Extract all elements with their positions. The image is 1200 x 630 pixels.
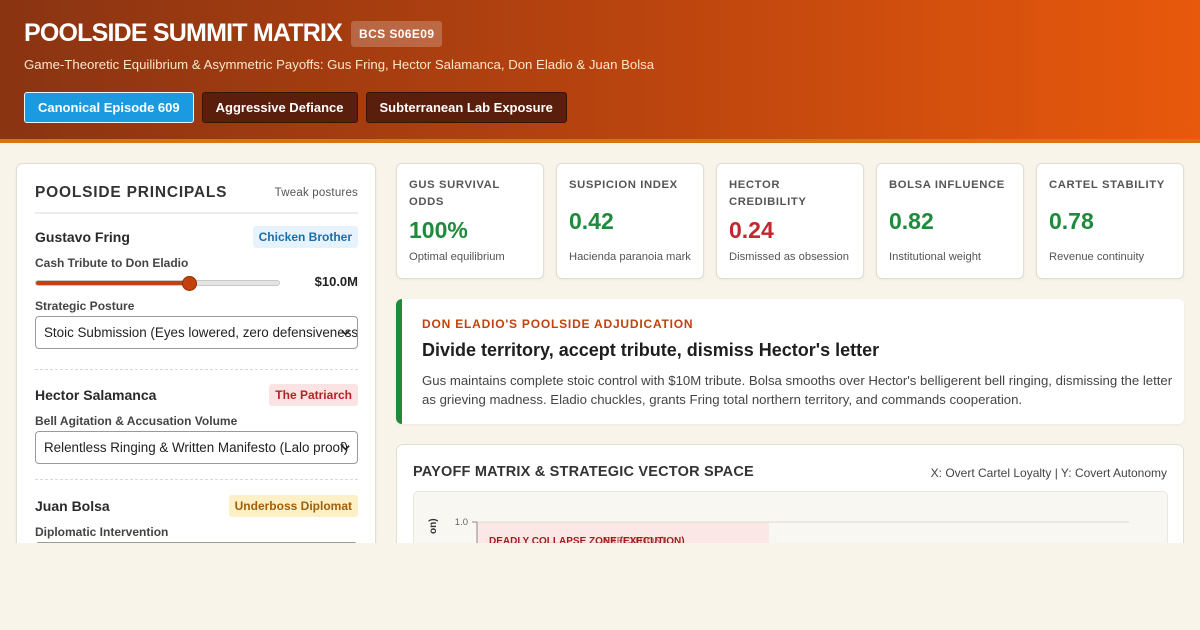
actor-header: Gustavo Fring Chicken Brother [35, 226, 358, 248]
actor-gus: Gustavo Fring Chicken Brother Cash Tribu… [35, 226, 358, 349]
tribute-value: $10.0M [314, 274, 358, 289]
kpi-label: HECTOR CREDIBILITY [729, 179, 807, 208]
matrix-title: PAYOFF MATRIX & STRATEGIC VECTOR SPACE [413, 464, 754, 480]
kpi-label: BOLSA INFLUENCE [889, 179, 1005, 191]
tribute-slider[interactable]: $10.0M [35, 270, 358, 292]
diplomacy-select-label: Diplomatic Intervention [35, 525, 169, 539]
bell-select-value: Relentless Ringing & Written Manifesto (… [44, 440, 349, 455]
matrix-axes-note: X: Overt Cartel Loyalty | Y: Covert Auto… [930, 466, 1167, 480]
slider-track[interactable] [35, 276, 280, 291]
adjudication-card: DON ELADIO'S POOLSIDE ADJUDICATION Divid… [396, 299, 1184, 424]
scenario-aggressive-button[interactable]: Aggressive Defiance [201, 92, 358, 123]
verdict-body: Gus maintains complete stoic control wit… [422, 373, 1173, 407]
kpi-value: 0.42 [569, 208, 614, 234]
posture-select[interactable]: Stoic Submission (Eyes lowered, zero def… [35, 316, 358, 349]
kpi-cartel-stability: CARTEL STABILITY 0.78 Revenue continuity [1036, 163, 1184, 279]
actor-name: Gustavo Fring [35, 229, 130, 245]
section-divider [35, 369, 358, 370]
slider-fill [36, 281, 190, 285]
kpi-value: 100% [409, 217, 468, 243]
bell-volume-select[interactable]: Relentless Ringing & Written Manifesto (… [35, 431, 358, 464]
viewport-bottom [0, 543, 1200, 630]
page-title: POOLSIDE SUMMIT MATRIX [24, 19, 343, 47]
tweak-postures-link[interactable]: Tweak postures [275, 187, 358, 199]
page-subtitle: Game-Theoretic Equilibrium & Asymmetric … [24, 57, 655, 72]
kpi-value: 0.82 [889, 208, 934, 234]
kpi-suspicion-index: SUSPICION INDEX 0.42 Hacienda paranoia m… [556, 163, 704, 279]
kpi-note: Institutional weight [889, 251, 982, 263]
section-divider [35, 479, 358, 480]
chevron-down-icon [341, 330, 350, 336]
posture-select-label: Strategic Posture [35, 299, 135, 313]
tribute-slider-label: Cash Tribute to Don Eladio [35, 256, 189, 270]
kpi-label: GUS SURVIVAL ODDS [409, 179, 500, 208]
kpi-label: CARTEL STABILITY [1049, 179, 1165, 191]
verdict-kicker: DON ELADIO'S POOLSIDE ADJUDICATION [422, 317, 694, 331]
slider-thumb[interactable] [182, 276, 198, 291]
kpi-value: 0.24 [729, 217, 774, 243]
kpi-bolsa-influence: BOLSA INFLUENCE 0.82 Institutional weigh… [876, 163, 1024, 279]
scenario-tabs: Canonical Episode 609 Aggressive Defianc… [24, 92, 567, 123]
actor-name: Juan Bolsa [35, 498, 110, 514]
chevron-down-icon [341, 445, 350, 451]
kpi-value: 0.78 [1049, 208, 1094, 234]
actor-role-badge: Chicken Brother [252, 226, 358, 248]
scenario-canonical-button[interactable]: Canonical Episode 609 [24, 92, 194, 123]
kpi-note: Dismissed as obsession [729, 251, 850, 263]
actor-hector: Hector Salamanca The Patriarch Bell Agit… [35, 384, 358, 464]
panel-title: POOLSIDE PRINCIPALS [35, 184, 228, 201]
actor-role-badge: Underboss Diplomat [228, 495, 358, 517]
episode-badge: BCS S06E09 [351, 20, 443, 47]
title-row: POOLSIDE SUMMIT MATRIX BCS S06E09 [24, 19, 443, 48]
y-tick-label: 1.0 [455, 517, 468, 528]
actor-role-badge: The Patriarch [269, 384, 358, 406]
actor-name: Hector Salamanca [35, 387, 157, 403]
app-header: POOLSIDE SUMMIT MATRIX BCS S06E09 Game-T… [0, 0, 1200, 143]
principals-panel: POOLSIDE PRINCIPALS Tweak postures Gusta… [16, 163, 376, 583]
scenario-lab-exposure-button[interactable]: Subterranean Lab Exposure [365, 92, 567, 123]
kpi-note: Hacienda paranoia mark [569, 251, 691, 263]
verdict-headline: Divide territory, accept tribute, dismis… [422, 340, 880, 360]
kpi-gus-survival: GUS SURVIVAL ODDS 100% Optimal equilibri… [396, 163, 544, 279]
kpi-label: SUSPICION INDEX [569, 179, 678, 191]
kpi-note: Optimal equilibrium [409, 251, 505, 263]
y-axis-label: on) [428, 518, 439, 534]
actor-header: Juan Bolsa Underboss Diplomat [35, 495, 358, 517]
panel-header: POOLSIDE PRINCIPALS Tweak postures [35, 184, 358, 214]
posture-select-value: Stoic Submission (Eyes lowered, zero def… [44, 325, 358, 340]
actor-header: Hector Salamanca The Patriarch [35, 384, 358, 406]
kpi-note: Revenue continuity [1049, 251, 1145, 263]
kpi-hector-credibility: HECTOR CREDIBILITY 0.24 Dismissed as obs… [716, 163, 864, 279]
bell-select-label: Bell Agitation & Accusation Volume [35, 414, 238, 428]
